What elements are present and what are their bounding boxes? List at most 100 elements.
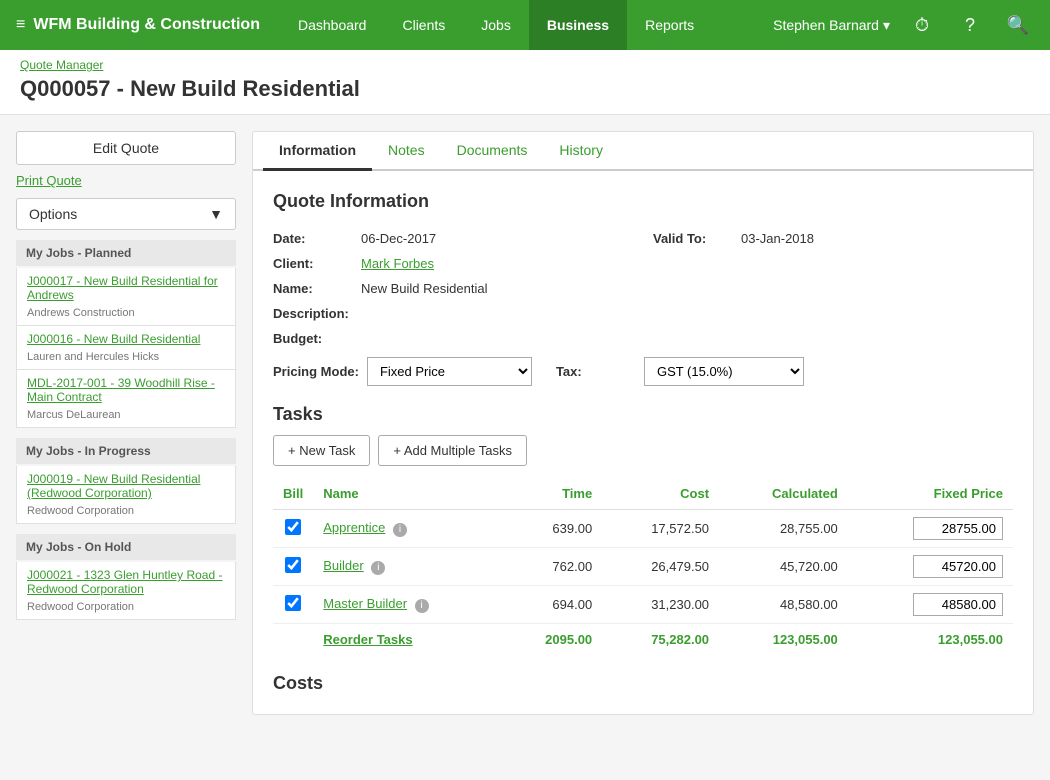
print-quote-link[interactable]: Print Quote bbox=[16, 171, 236, 190]
tab-information[interactable]: Information bbox=[263, 132, 372, 171]
user-name[interactable]: Stephen Barnard ▾ bbox=[773, 17, 890, 34]
col-time: Time bbox=[502, 478, 603, 510]
options-label: Options bbox=[29, 206, 77, 222]
logo-text: WFM Building & Construction bbox=[33, 16, 260, 34]
nav-reports[interactable]: Reports bbox=[627, 0, 712, 50]
job-link-j000019[interactable]: J000019 - New Build Residential (Redwood… bbox=[27, 472, 225, 500]
history-icon-button[interactable]: ⏱ bbox=[906, 9, 938, 41]
sidebar-job-mdl2017: MDL-2017-001 - 39 Woodhill Rise - Main C… bbox=[16, 370, 236, 428]
reorder-tasks-link[interactable]: Reorder Tasks bbox=[323, 632, 412, 647]
col-bill: Bill bbox=[273, 478, 313, 510]
nav-dashboard[interactable]: Dashboard bbox=[280, 0, 385, 50]
valid-to-label: Valid To: bbox=[653, 231, 733, 246]
task-bill-checkbox-1[interactable] bbox=[285, 557, 301, 573]
options-chevron-icon: ▼ bbox=[209, 206, 223, 222]
job-client-j000021: Redwood Corporation bbox=[27, 601, 134, 613]
col-fixed-price: Fixed Price bbox=[848, 478, 1013, 510]
sidebar-onhold-group: My Jobs - On Hold J000021 - 1323 Glen Hu… bbox=[16, 534, 236, 620]
tasks-title: Tasks bbox=[273, 404, 1013, 425]
task-bill-checkbox-2[interactable] bbox=[285, 595, 301, 611]
help-icon-button[interactable]: ? bbox=[954, 9, 986, 41]
search-icon-button[interactable]: 🔍 bbox=[1002, 9, 1034, 41]
col-name: Name bbox=[313, 478, 501, 510]
task-fixed-price-input-0[interactable] bbox=[913, 517, 1003, 540]
client-value[interactable]: Mark Forbes bbox=[361, 256, 434, 271]
task-time-2: 694.00 bbox=[502, 586, 603, 624]
tasks-table: Bill Name Time Cost Calculated Fixed Pri… bbox=[273, 478, 1013, 655]
tab-documents[interactable]: Documents bbox=[441, 132, 544, 171]
sidebar-job-j000016: J000016 - New Build Residential Lauren a… bbox=[16, 326, 236, 370]
sidebar-planned-group: My Jobs - Planned J000017 - New Build Re… bbox=[16, 240, 236, 428]
tax-select[interactable]: GST (15.0%) No Tax bbox=[644, 357, 804, 386]
task-name-link-0[interactable]: Apprentice bbox=[323, 520, 385, 535]
budget-row: Budget: bbox=[273, 328, 633, 349]
table-row: Builder i 762.00 26,479.50 45,720.00 bbox=[273, 548, 1013, 586]
nav-jobs[interactable]: Jobs bbox=[463, 0, 529, 50]
total-time: 2095.00 bbox=[502, 624, 603, 656]
edit-quote-button[interactable]: Edit Quote bbox=[16, 131, 236, 165]
task-fixed-price-input-1[interactable] bbox=[913, 555, 1003, 578]
job-client-j000017: Andrews Construction bbox=[27, 307, 135, 319]
tab-history[interactable]: History bbox=[543, 132, 619, 171]
task-calculated-0: 28,755.00 bbox=[719, 510, 848, 548]
task-fixed-price-input-2[interactable] bbox=[913, 593, 1003, 616]
options-dropdown[interactable]: Options ▼ bbox=[16, 198, 236, 230]
page-title: Q000057 - New Build Residential bbox=[20, 76, 1030, 102]
sidebar: Edit Quote Print Quote Options ▼ My Jobs… bbox=[16, 131, 236, 630]
valid-to-value: 03-Jan-2018 bbox=[741, 231, 814, 246]
task-info-icon-2[interactable]: i bbox=[415, 599, 429, 613]
job-client-j000016: Lauren and Hercules Hicks bbox=[27, 351, 159, 363]
pricing-mode-group: Pricing Mode: Fixed Price Time and Mater… bbox=[273, 357, 532, 386]
name-row: Name: New Build Residential bbox=[273, 278, 633, 299]
task-name-link-1[interactable]: Builder bbox=[323, 558, 363, 573]
reorder-tasks-row: Reorder Tasks 2095.00 75,282.00 123,055.… bbox=[273, 624, 1013, 656]
task-cost-1: 26,479.50 bbox=[602, 548, 719, 586]
job-link-mdl2017[interactable]: MDL-2017-001 - 39 Woodhill Rise - Main C… bbox=[27, 376, 225, 404]
total-fixed-price: 123,055.00 bbox=[848, 624, 1013, 656]
task-bill-checkbox-0[interactable] bbox=[285, 519, 301, 535]
name-label: Name: bbox=[273, 281, 353, 296]
valid-to-row: Valid To: 03-Jan-2018 bbox=[653, 228, 1013, 249]
task-name-link-2[interactable]: Master Builder bbox=[323, 596, 407, 611]
table-row: Apprentice i 639.00 17,572.50 28,755.00 bbox=[273, 510, 1013, 548]
total-calculated: 123,055.00 bbox=[719, 624, 848, 656]
col-calculated: Calculated bbox=[719, 478, 848, 510]
task-info-icon-1[interactable]: i bbox=[371, 561, 385, 575]
nav-clients[interactable]: Clients bbox=[384, 0, 463, 50]
table-row: Master Builder i 694.00 31,230.00 48,580… bbox=[273, 586, 1013, 624]
nav-business[interactable]: Business bbox=[529, 0, 627, 50]
nav-links: Dashboard Clients Jobs Business Reports bbox=[280, 0, 773, 50]
name-value: New Build Residential bbox=[361, 281, 487, 296]
pricing-mode-select[interactable]: Fixed Price Time and Materials Cost Plus bbox=[367, 357, 532, 386]
tax-label: Tax: bbox=[556, 364, 636, 379]
task-calculated-1: 45,720.00 bbox=[719, 548, 848, 586]
budget-label: Budget: bbox=[273, 331, 353, 346]
sub-header: Quote Manager Q000057 - New Build Reside… bbox=[0, 50, 1050, 115]
date-label: Date: bbox=[273, 231, 353, 246]
tasks-buttons: + New Task + Add Multiple Tasks bbox=[273, 435, 1013, 466]
task-time-1: 762.00 bbox=[502, 548, 603, 586]
tab-notes[interactable]: Notes bbox=[372, 132, 441, 171]
sidebar-inprogress-group: My Jobs - In Progress J000019 - New Buil… bbox=[16, 438, 236, 524]
new-task-button[interactable]: + New Task bbox=[273, 435, 370, 466]
pricing-row: Pricing Mode: Fixed Price Time and Mater… bbox=[273, 357, 1013, 386]
tax-group: Tax: GST (15.0%) No Tax bbox=[556, 357, 804, 386]
job-link-j000021[interactable]: J000021 - 1323 Glen Huntley Road - Redwo… bbox=[27, 568, 225, 596]
breadcrumb[interactable]: Quote Manager bbox=[20, 58, 1030, 72]
job-client-mdl2017: Marcus DeLaurean bbox=[27, 409, 121, 421]
job-link-j000017[interactable]: J000017 - New Build Residential for Andr… bbox=[27, 274, 225, 302]
job-link-j000016[interactable]: J000016 - New Build Residential bbox=[27, 332, 225, 346]
pricing-mode-label: Pricing Mode: bbox=[273, 364, 359, 379]
nav-right: Stephen Barnard ▾ ⏱ ? 🔍 bbox=[773, 9, 1034, 41]
task-cost-2: 31,230.00 bbox=[602, 586, 719, 624]
client-label: Client: bbox=[273, 256, 353, 271]
app-logo: ≡ WFM Building & Construction bbox=[16, 16, 260, 34]
date-value: 06-Dec-2017 bbox=[361, 231, 436, 246]
tabs: Information Notes Documents History bbox=[253, 132, 1033, 171]
task-cost-0: 17,572.50 bbox=[602, 510, 719, 548]
add-multiple-tasks-button[interactable]: + Add Multiple Tasks bbox=[378, 435, 527, 466]
sidebar-onhold-header: My Jobs - On Hold bbox=[16, 534, 236, 560]
task-info-icon-0[interactable]: i bbox=[393, 523, 407, 537]
sidebar-job-j000021: J000021 - 1323 Glen Huntley Road - Redwo… bbox=[16, 562, 236, 620]
task-calculated-2: 48,580.00 bbox=[719, 586, 848, 624]
